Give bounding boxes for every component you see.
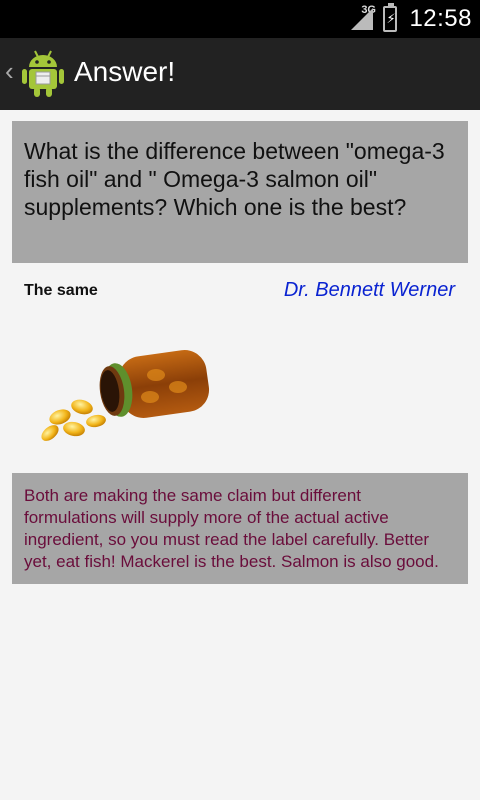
status-time: 12:58	[409, 5, 472, 32]
author-name[interactable]: Dr. Bennett Werner	[284, 279, 455, 302]
answer-body: Both are making the same claim but diffe…	[12, 473, 468, 584]
supplement-bottle-icon	[38, 345, 218, 450]
android-robot-icon[interactable]	[21, 47, 65, 99]
signal-icon	[351, 8, 374, 30]
action-bar-title: Answer!	[74, 56, 176, 87]
back-chevron-icon[interactable]: ‹	[5, 56, 14, 87]
status-icons: ⚡ 12:58	[349, 3, 472, 34]
question-text: What is the difference between "omega-3 …	[12, 121, 468, 263]
action-bar: ‹ Answer!	[0, 38, 480, 110]
battery-icon: ⚡	[383, 3, 398, 32]
answer-title: The same	[24, 282, 98, 299]
status-bar: 3G ⚡ 12:58	[0, 0, 480, 38]
